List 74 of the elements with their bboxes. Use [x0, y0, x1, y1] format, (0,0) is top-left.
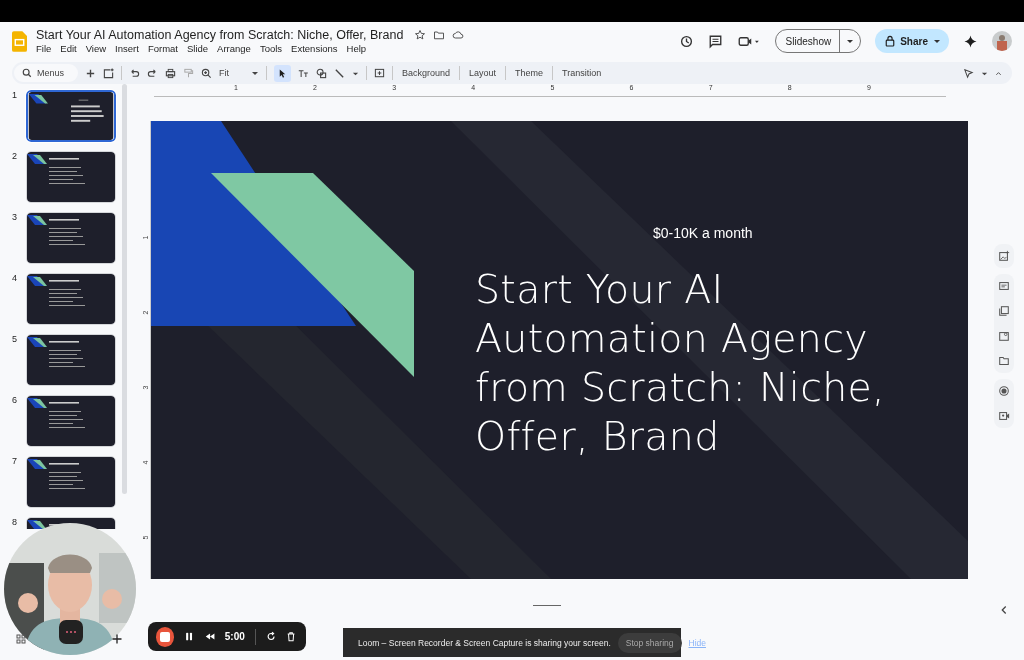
star-icon[interactable] [414, 29, 427, 41]
slide-number: 7 [12, 456, 18, 466]
restart-icon[interactable] [265, 631, 276, 642]
comment-icon[interactable] [707, 33, 723, 49]
redo-icon[interactable] [147, 67, 158, 79]
slide-thumbnail[interactable] [26, 90, 116, 142]
menu-item[interactable]: Extensions [291, 43, 338, 54]
slide-number: 8 [12, 517, 18, 527]
menu-item[interactable]: View [85, 43, 107, 54]
search-menus-field[interactable]: Menus [14, 64, 78, 82]
slide-title[interactable]: Start Your AI Automation Agency from Scratch: Niche, Offer, Brand [475, 265, 915, 461]
slide-canvas[interactable]: $0-10K a month Start Your AI Automation Agency from Scratch: Niche, Offer, Brand [151, 121, 968, 579]
sparkle-icon[interactable] [963, 33, 978, 49]
toolbar-button[interactable]: Layout [467, 68, 499, 78]
record-icon[interactable] [998, 385, 1010, 397]
new-slide-icon[interactable] [103, 67, 114, 79]
recording-timer: 5:00 [224, 631, 245, 642]
camera-icon[interactable] [998, 410, 1010, 422]
search-icon [22, 68, 32, 78]
slide-number: 6 [12, 395, 18, 405]
select-cursor-icon[interactable] [274, 64, 291, 82]
pause-icon[interactable] [184, 631, 195, 642]
sharing-message: Loom – Screen Recorder & Screen Capture is sharing your screen. [358, 637, 611, 648]
text-box-icon[interactable] [298, 67, 309, 79]
zoom-dropdown[interactable]: Fit [219, 68, 259, 78]
document-title[interactable]: Start Your AI Automation Agency from Scratch: Niche, Offer, Brand [36, 28, 404, 42]
history-icon[interactable] [678, 33, 694, 49]
menu-item[interactable]: Help [346, 43, 367, 54]
rewind-icon[interactable] [204, 631, 215, 642]
add-icon[interactable] [85, 67, 96, 79]
print-icon[interactable] [165, 67, 176, 79]
slide-number: 4 [12, 273, 18, 283]
add-image-icon[interactable] [998, 250, 1010, 262]
caret-icon [251, 69, 259, 77]
caret-icon [933, 37, 941, 45]
slide-number: 2 [12, 151, 18, 161]
person-card-icon[interactable] [998, 330, 1010, 342]
lock-icon [885, 35, 896, 47]
stop-sharing-button[interactable]: Stop sharing [617, 632, 682, 653]
trash-icon[interactable] [285, 631, 296, 642]
zoom-icon[interactable] [201, 67, 212, 79]
menu-item[interactable]: Arrange [217, 43, 251, 54]
menu-item[interactable]: Slide [186, 43, 209, 54]
grid-icon[interactable] [16, 634, 26, 644]
caret-icon [846, 37, 855, 45]
toolbar-button[interactable]: Transition [560, 68, 604, 78]
collapse-icon[interactable] [995, 69, 1002, 77]
slide-number: 3 [12, 212, 18, 222]
line-icon[interactable] [334, 67, 345, 79]
folder-icon[interactable] [998, 355, 1010, 367]
toolbar-button[interactable]: Theme [513, 68, 546, 78]
avatar[interactable] [992, 31, 1012, 51]
diagonal-band-drawing[interactable] [151, 121, 414, 377]
shape-icon[interactable] [316, 67, 327, 79]
toolbar-button[interactable]: Background [400, 68, 453, 78]
move-icon[interactable] [112, 634, 122, 644]
pointer-icon[interactable] [963, 67, 974, 79]
slide-number: 1 [12, 90, 18, 100]
gallery-icon[interactable] [998, 305, 1010, 317]
undo-icon[interactable] [129, 67, 140, 79]
stop-recording-button[interactable] [156, 626, 175, 647]
camera-menu-button[interactable] [59, 620, 83, 644]
menu-item[interactable]: Edit [60, 43, 77, 54]
insert-comment-icon[interactable] [374, 67, 385, 79]
caption-icon[interactable] [998, 280, 1010, 292]
menu-item[interactable]: Format [147, 43, 178, 54]
menu-item[interactable]: Tools [259, 43, 283, 54]
menu-item[interactable]: Insert [115, 43, 139, 54]
share-button[interactable]: Share [875, 29, 949, 53]
slide-number: 5 [12, 334, 18, 344]
cloud-icon[interactable] [452, 29, 465, 41]
folder-icon[interactable] [433, 29, 446, 41]
slide-subtitle[interactable]: $0-10K a month [653, 225, 753, 241]
menu-item[interactable]: File [36, 43, 52, 54]
